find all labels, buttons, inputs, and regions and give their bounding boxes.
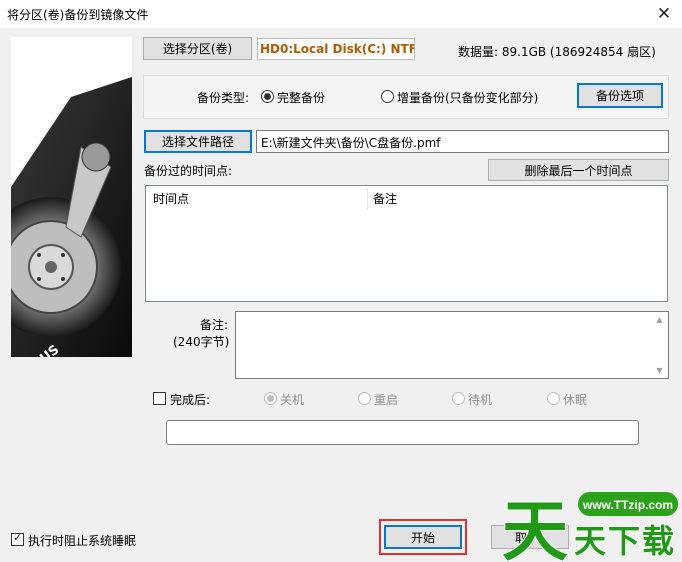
data-size-info: 数据量: 89.1GB (186924854 扇区) xyxy=(458,45,656,59)
column-header-note[interactable]: 备注 xyxy=(373,190,397,210)
file-path-field[interactable]: E:\新建文件夹\备份\C盘备份.pmf xyxy=(256,130,669,153)
start-button[interactable]: 开始 xyxy=(384,525,462,549)
delete-last-timepoint-button[interactable]: 删除最后一个时间点 xyxy=(488,159,669,181)
timepoints-label: 备份过的时间点: xyxy=(144,164,233,178)
standby-radio[interactable] xyxy=(452,392,465,405)
prevent-sleep-label[interactable]: 执行时阻止系统睡眠 xyxy=(28,532,136,549)
select-file-path-button[interactable]: 选择文件路径 xyxy=(144,130,252,153)
after-completion-label[interactable]: 完成后: xyxy=(170,391,210,408)
scroll-down-icon[interactable]: ▼ xyxy=(651,363,668,378)
select-partition-button[interactable]: 选择分区(卷) xyxy=(143,37,252,60)
note-label: 备注: xyxy=(200,318,229,332)
hard-disk-image: DISKGENIUS xyxy=(11,37,132,357)
selected-disk: HD0:Local Disk(C:) NTFS 2 xyxy=(257,38,415,60)
prevent-sleep-checkbox[interactable] xyxy=(11,531,24,546)
title-bar: 将分区(卷)备份到镜像文件 ✕ xyxy=(0,0,682,28)
incremental-backup-radio[interactable] xyxy=(381,90,394,103)
close-icon[interactable]: ✕ xyxy=(652,3,676,25)
backup-options-button[interactable]: 备份选项 xyxy=(577,83,663,108)
incremental-backup-label[interactable]: 增量备份(只备份变化部分) xyxy=(397,89,538,106)
backup-type-label: 备份类型: xyxy=(197,91,250,105)
hibernate-radio[interactable] xyxy=(547,392,560,405)
progress-bar xyxy=(166,420,639,445)
column-header-timepoint[interactable]: 时间点 xyxy=(153,190,189,210)
scroll-up-icon[interactable]: ▲ xyxy=(651,312,668,327)
shutdown-label[interactable]: 关机 xyxy=(280,391,304,408)
full-backup-label[interactable]: 完整备份 xyxy=(277,89,325,106)
diskgenius-banner: DISKGENIUS xyxy=(11,37,132,357)
note-limit: (240字节) xyxy=(173,335,230,349)
standby-label[interactable]: 待机 xyxy=(468,391,492,408)
shutdown-radio[interactable] xyxy=(264,392,277,405)
note-scrollbar[interactable]: ▲ ▼ xyxy=(651,312,668,378)
full-backup-radio[interactable] xyxy=(261,90,274,103)
cancel-button[interactable]: 取 xyxy=(491,525,569,549)
restart-label[interactable]: 重启 xyxy=(374,391,398,408)
after-completion-checkbox[interactable] xyxy=(153,392,166,405)
hibernate-label[interactable]: 休眠 xyxy=(563,391,587,408)
note-textarea[interactable]: ▲ ▼ xyxy=(235,311,669,379)
column-divider[interactable] xyxy=(367,188,368,210)
window-title: 将分区(卷)备份到镜像文件 xyxy=(7,8,149,22)
restart-radio[interactable] xyxy=(358,392,371,405)
timepoints-list[interactable]: 时间点 备注 xyxy=(145,185,668,302)
